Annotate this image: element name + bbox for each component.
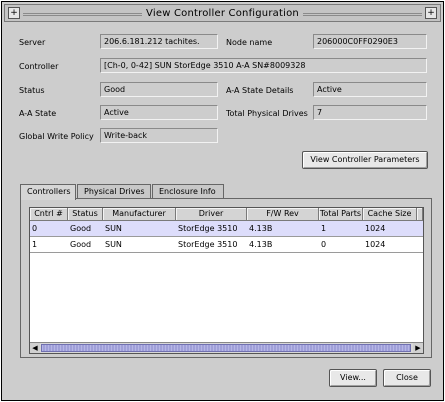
tab-controllers[interactable]: Controllers (20, 184, 76, 200)
status-field: Good (100, 82, 218, 97)
table-row[interactable]: 0 Good SUN StorEdge 3510 4.13B 1 1024 (30, 221, 423, 236)
server-label: Server (19, 38, 46, 47)
window-title: View Controller Configuration (142, 8, 303, 19)
aa-state-field: Active (100, 105, 218, 120)
column-header-fw-rev[interactable]: F/W Rev (247, 208, 319, 221)
window-menu-icon[interactable]: + (8, 7, 20, 19)
column-header-total-parts[interactable]: Total Parts (319, 208, 363, 221)
cell-driver: StorEdge 3510 (178, 224, 238, 233)
global-write-policy-field: Write-back (100, 128, 218, 143)
window-resize-icon[interactable]: + (425, 7, 437, 19)
table-row[interactable]: 1 Good SUN StorEdge 3510 4.13B 0 1024 (30, 237, 423, 252)
aa-state-label: A-A State (19, 109, 57, 118)
cell-cntrl: 0 (32, 224, 38, 233)
cell-total-parts: 0 (321, 240, 327, 249)
cell-status: Good (70, 224, 92, 233)
title-bar[interactable]: View Controller Configuration + + (4, 4, 441, 22)
controllers-table: Cntrl # Status Manufacturer Driver F/W R… (29, 207, 424, 354)
table-header: Cntrl # Status Manufacturer Driver F/W R… (30, 208, 423, 221)
total-physical-drives-field: 7 (313, 105, 427, 120)
controller-field: [Ch-0, 0-42] SUN StorEdge 3510 A-A SN#80… (100, 58, 427, 73)
close-button[interactable]: Close (383, 369, 431, 387)
cell-driver: StorEdge 3510 (178, 240, 238, 249)
cell-total-parts: 1 (321, 224, 327, 233)
column-header-filler (417, 208, 423, 221)
total-physical-drives-label: Total Physical Drives (226, 109, 308, 118)
cell-manufacturer: SUN (105, 224, 122, 233)
view-controller-parameters-button[interactable]: View Controller Parameters (302, 151, 428, 169)
status-label: Status (19, 86, 45, 95)
controller-label: Controller (19, 62, 59, 71)
column-header-status[interactable]: Status (68, 208, 103, 221)
column-header-driver[interactable]: Driver (176, 208, 247, 221)
view-controller-configuration-window: View Controller Configuration + + Server… (1, 1, 444, 401)
window-title-container: View Controller Configuration (5, 8, 440, 19)
cell-cntrl: 1 (32, 240, 38, 249)
aa-state-details-field: Active (313, 82, 427, 97)
tab-physical-drives[interactable]: Physical Drives (77, 184, 151, 199)
scroll-right-arrow-icon[interactable]: ▶ (413, 343, 423, 353)
scrollbar-thumb[interactable] (41, 344, 411, 352)
server-field: 206.6.181.212 tachites. (100, 34, 218, 49)
aa-state-details-label: A-A State Details (226, 86, 294, 95)
horizontal-scrollbar[interactable]: ◀ ▶ (30, 342, 423, 353)
global-write-policy-label: Global Write Policy (19, 132, 94, 141)
cell-cache-size: 1024 (365, 224, 386, 233)
tab-enclosure-info[interactable]: Enclosure Info (152, 184, 224, 199)
scroll-left-arrow-icon[interactable]: ◀ (30, 343, 40, 353)
column-header-cntrl[interactable]: Cntrl # (30, 208, 68, 221)
controllers-tab-panel: Cntrl # Status Manufacturer Driver F/W R… (20, 198, 432, 358)
column-header-manufacturer[interactable]: Manufacturer (103, 208, 176, 221)
column-header-cache-size[interactable]: Cache Size (363, 208, 417, 221)
cell-status: Good (70, 240, 92, 249)
cell-fw-rev: 4.13B (249, 224, 273, 233)
cell-fw-rev: 4.13B (249, 240, 273, 249)
row-divider (30, 252, 423, 253)
view-button[interactable]: View... (329, 369, 377, 387)
cell-cache-size: 1024 (365, 240, 386, 249)
cell-manufacturer: SUN (105, 240, 122, 249)
node-name-label: Node name (226, 38, 273, 47)
node-name-field: 206000C0FF0290E3 (313, 34, 427, 49)
